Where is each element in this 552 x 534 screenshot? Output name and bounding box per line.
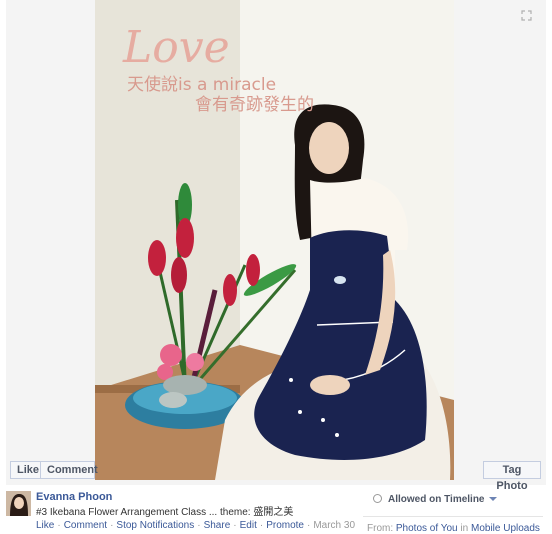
photo-comment-button[interactable]: Comment [41,461,98,479]
edit-link[interactable]: Edit [240,520,257,531]
post-caption: #3 Ikebana Flower Arrangement Class ... … [36,507,294,518]
post-author[interactable]: Evanna Phoon [36,491,112,503]
overlay-line-2: 會有奇跡發生的 [195,95,314,115]
overlay-line-1: 天使說is a miracle [127,74,276,95]
post-comment-link[interactable]: Comment [64,520,107,531]
post-like-link[interactable]: Like [36,520,54,531]
tag-photo-button[interactable]: Tag Photo [483,461,541,492]
from-connector: in [460,523,469,534]
timeline-label: Allowed on Timeline [388,494,485,505]
share-link[interactable]: Share [204,520,231,531]
avatar[interactable] [6,491,31,516]
divider [363,516,543,517]
separator: · [57,520,61,531]
post-actions: Like · Comment · Stop Notifications · Share · Ed… [36,520,355,531]
photo-like-button[interactable]: Like [10,461,41,479]
expand-icon[interactable] [521,10,532,21]
separator: · [233,520,237,531]
from-prefix: From: [367,523,394,534]
avatar-image [6,491,31,516]
stop-notifications-link[interactable]: Stop Notifications [116,520,194,531]
separator: · [197,520,201,531]
separator: · [110,520,114,531]
overlay-script: Love [122,22,230,73]
photo-illustration: Love 天使說is a miracle 會有奇跡發生的 [95,0,454,480]
from-line: From: Photos of You in Mobile Uploads [367,523,540,534]
album-link-photos-of-you[interactable]: Photos of You [396,523,458,534]
separator: · [259,520,264,531]
timeline-privacy-selector[interactable]: Allowed on Timeline [373,494,497,505]
album-link-mobile-uploads[interactable]: Mobile Uploads [471,523,540,534]
privacy-dot-icon [373,494,382,503]
post-date[interactable]: March 30 [313,520,355,531]
photo[interactable]: Love 天使說is a miracle 會有奇跡發生的 [95,0,454,480]
dropdown-caret-icon [488,497,497,501]
promote-link[interactable]: Promote [266,520,304,531]
separator: · [306,520,311,531]
